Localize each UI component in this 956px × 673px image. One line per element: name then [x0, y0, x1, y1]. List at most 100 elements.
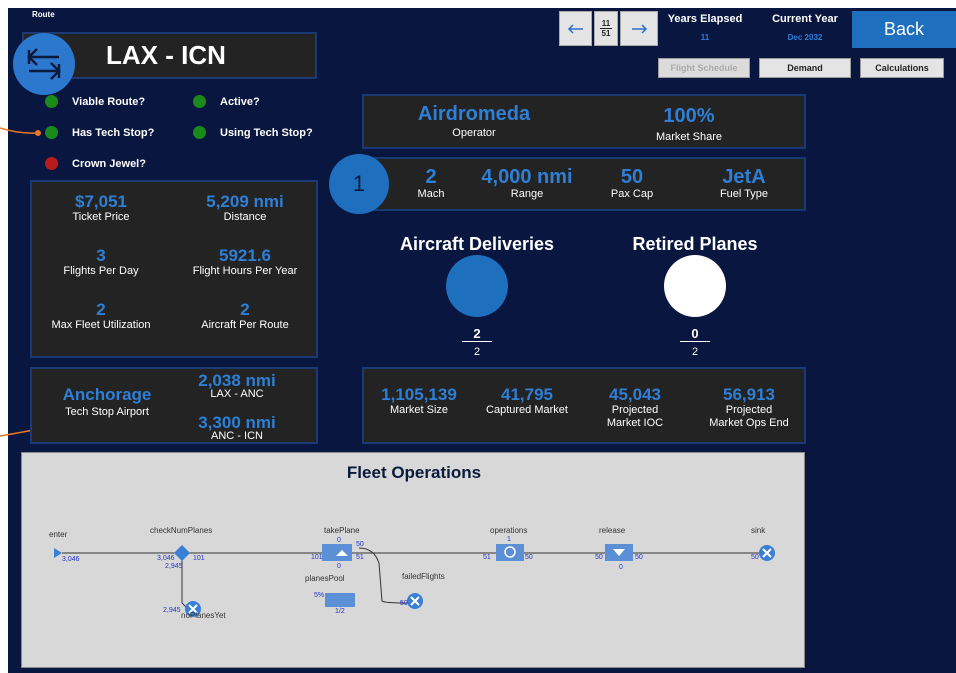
operator-label: Operator: [452, 127, 496, 139]
leg2-label: ANC - ICN: [211, 430, 263, 442]
flight-hours-stat: 5921.6 Flight Hours Per Year: [170, 246, 320, 278]
aircraft-per-route-label: Aircraft Per Route: [201, 319, 289, 331]
count-take-in: 101: [311, 554, 323, 561]
calculations-button[interactable]: Calculations: [860, 58, 944, 78]
leg1-label: LAX - ANC: [210, 388, 264, 400]
count-rel-bottom: 0: [619, 564, 623, 571]
projected-ops-end-stat: 56,913 Projected Market Ops End: [674, 385, 824, 430]
active-indicator: [193, 95, 206, 108]
max-fleet-utilization-stat: 2 Max Fleet Utilization: [26, 300, 176, 332]
count-sink-in: 50: [751, 554, 759, 561]
has-tech-stop-label: Has Tech Stop?: [72, 127, 155, 139]
flights-per-day-label: Flights Per Day: [63, 265, 139, 277]
count-noplanes-in: 2,945: [163, 607, 181, 614]
back-button[interactable]: Back: [852, 11, 956, 48]
count-ops-top: 1: [507, 536, 511, 543]
sink-icon: [759, 545, 775, 561]
flight-hours-label: Flight Hours Per Year: [192, 265, 298, 277]
pool-label: planesPool: [305, 574, 345, 583]
crown-jewel-indicator: [45, 157, 58, 170]
count-check-in: 3,046: [157, 555, 175, 562]
market-share-label: Market Share: [655, 131, 723, 143]
retired-denominator: 2: [691, 346, 699, 358]
flight-hours-value: 5921.6: [219, 246, 271, 265]
has-tech-stop-indicator: [45, 126, 58, 139]
deliveries-gauge: [446, 255, 508, 317]
max-fleet-utilization-value: 2: [96, 300, 106, 319]
fuel-type-value: JetA: [722, 166, 766, 188]
year-index: 11: [600, 19, 612, 29]
flights-per-day-stat: 3 Flights Per Day: [26, 246, 176, 278]
year-counter: 11 51: [594, 11, 618, 46]
using-tech-stop-indicator: [193, 126, 206, 139]
fuel-type-spec: JetA Fuel Type: [669, 166, 819, 201]
fleet-operations-panel: Fleet Operations enter checkNumPlanes ta…: [21, 452, 805, 668]
planes-pool-icon: [325, 593, 355, 607]
arrow-right-icon: [632, 24, 648, 34]
route-switch-button[interactable]: [13, 33, 75, 95]
failed-flights-icon: [407, 593, 423, 609]
ticket-price-value: $7,051: [75, 192, 127, 211]
viable-route-indicator: [45, 95, 58, 108]
enter-label: enter: [49, 530, 68, 539]
tech-stop-airport-label: Tech Stop Airport: [65, 406, 149, 418]
using-tech-stop-label: Using Tech Stop?: [220, 127, 313, 139]
operator-panel: Airdromeda Operator 100% Market Share: [362, 94, 806, 149]
ticket-price-label: Ticket Price: [72, 211, 130, 223]
viable-route-label: Viable Route?: [72, 96, 146, 108]
flight-schedule-button[interactable]: Flight Schedule: [658, 58, 750, 78]
flights-per-day-value: 3: [96, 246, 106, 265]
count-check-out: 101: [193, 555, 205, 562]
count-take-bottom: 0: [337, 563, 341, 570]
count-take-fail: 50: [356, 541, 364, 548]
distance-value: 5,209 nmi: [206, 192, 284, 211]
count-ops-in: 51: [483, 554, 491, 561]
deliveries-gauge-fill: [446, 255, 508, 317]
aircraft-per-route-stat: 2 Aircraft Per Route: [170, 300, 320, 332]
prev-year-button[interactable]: [559, 11, 592, 46]
noplanes-label: noPlanesYet: [181, 611, 226, 620]
arrow-left-icon: [567, 24, 583, 34]
current-year-label: Current Year: [772, 13, 838, 25]
years-elapsed-label: Years Elapsed: [667, 13, 743, 25]
route-caption: Route: [32, 10, 55, 19]
max-fleet-utilization-label: Max Fleet Utilization: [51, 319, 151, 331]
route-title: LAX - ICN: [106, 40, 226, 70]
fleet-flow-diagram: [54, 544, 775, 617]
aircraft-index-badge[interactable]: 1: [329, 154, 389, 214]
demand-button[interactable]: Demand: [759, 58, 851, 78]
sink-label: sink: [751, 526, 766, 535]
current-year-value: Dec 2032: [787, 33, 823, 42]
count-take-right: 51: [356, 554, 364, 561]
deliveries-denominator: 2: [473, 346, 481, 358]
operator-name: Airdromeda: [417, 103, 531, 125]
market-panel: 1,105,139 Market Size 41,795 Captured Ma…: [362, 367, 806, 444]
ticket-price-stat: $7,051 Ticket Price: [26, 192, 176, 224]
crown-jewel-label: Crown Jewel?: [72, 158, 146, 170]
distance-label: Distance: [223, 211, 267, 223]
operations-label: operations: [490, 526, 528, 535]
count-pool-frac: 1/2: [335, 608, 345, 615]
distance-stat: 5,209 nmi Distance: [170, 192, 320, 224]
route-switch-icon: [27, 48, 61, 80]
aircraft-per-route-value: 2: [240, 300, 250, 319]
retired-title: Retired Planes: [632, 234, 758, 254]
active-label: Active?: [220, 96, 260, 108]
projected-ops-end-label: Projected Market Ops End: [709, 404, 789, 429]
failed-label: failedFlights: [402, 572, 445, 581]
count-check-down: 2,945: [165, 563, 183, 570]
next-year-button[interactable]: [620, 11, 658, 46]
deliveries-numerator: 2: [462, 326, 492, 342]
projected-ops-end-value: 56,913: [723, 385, 775, 404]
tech-stop-panel: Anchorage Tech Stop Airport 2,038 nmi LA…: [30, 367, 318, 444]
deliveries-title: Aircraft Deliveries: [399, 234, 555, 254]
take-label: takePlane: [324, 526, 360, 535]
market-share-value: 100%: [663, 105, 715, 127]
count-failed-in: 50: [400, 600, 408, 607]
count-enter-out: 3,046: [62, 556, 80, 563]
check-diamond-icon: [174, 545, 190, 561]
release-label: release: [599, 526, 626, 535]
count-take-top: 0: [337, 537, 341, 544]
check-label: checkNumPlanes: [150, 526, 213, 535]
retired-numerator: 0: [680, 326, 710, 342]
